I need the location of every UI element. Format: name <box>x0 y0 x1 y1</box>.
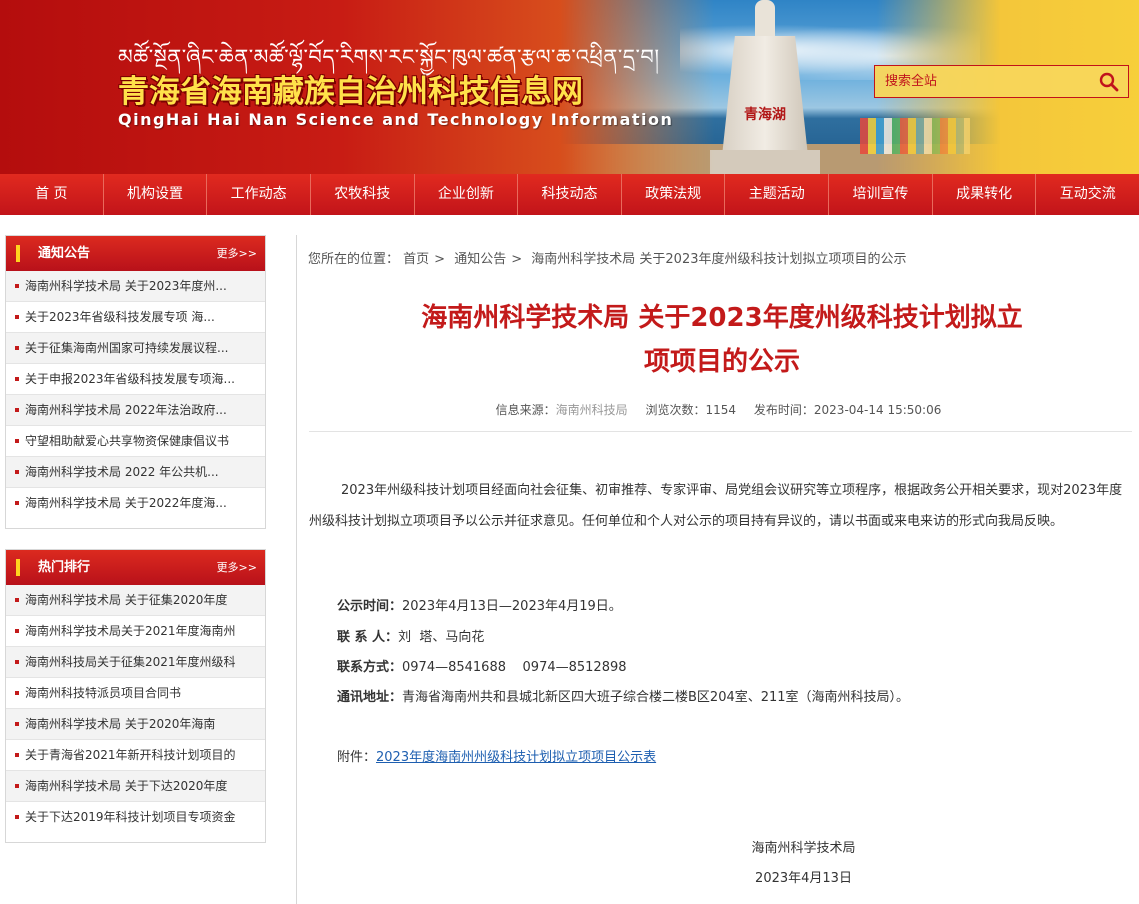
prayer-flags <box>860 118 970 154</box>
info-label: 公示时间： <box>337 599 403 614</box>
main-nav: 首 页 机构设置 工作动态 农牧科技 企业创新 科技动态 政策法规 主题活动 培… <box>0 174 1139 215</box>
list-item[interactable]: 海南州科学技术局 关于2020年海南 <box>6 709 265 740</box>
hot-list: 海南州科学技术局 关于征集2020年度 海南州科学技术局关于2021年度海南州 … <box>6 585 265 833</box>
info-row-period: 公示时间：2023年4月13日—2023年4月19日。 <box>337 595 622 614</box>
header-accent-bar <box>16 245 20 262</box>
info-label: 联 系 人： <box>337 630 399 645</box>
site-subtitle: QingHai Hai Nan Science and Technology I… <box>118 110 674 129</box>
notice-more-link[interactable]: 更多>> <box>217 236 257 271</box>
nav-tech-news[interactable]: 科技动态 <box>517 174 621 215</box>
list-item[interactable]: 关于申报2023年省级科技发展专项海... <box>6 364 265 395</box>
breadcrumb-current: 海南州科学技术局 关于2023年度州级科技计划拟立项项目的公示 <box>531 252 907 267</box>
notice-list: 海南州科学技术局 关于2023年度州... 关于2023年省级科技发展专项 海.… <box>6 271 265 519</box>
nav-agri-tech[interactable]: 农牧科技 <box>309 174 414 215</box>
list-item[interactable]: 海南州科学技术局 关于征集2020年度 <box>6 585 265 616</box>
nav-policy[interactable]: 政策法规 <box>620 174 725 215</box>
list-item[interactable]: 海南州科学技术局 关于下达2020年度 <box>6 771 265 802</box>
nav-work-news[interactable]: 工作动态 <box>206 174 310 215</box>
breadcrumb: 您所在的位置： 首页 > 通知公告 > 海南州科学技术局 关于2023年度州级科技计… <box>308 252 907 267</box>
list-item[interactable]: 海南州科技特派员项目合同书 <box>6 678 265 709</box>
breadcrumb-home[interactable]: 首页 <box>403 252 429 267</box>
nav-achievements[interactable]: 成果转化 <box>931 174 1036 215</box>
info-value: 2023年4月13日—2023年4月19日。 <box>402 599 622 614</box>
header-accent-bar <box>16 559 20 576</box>
site-header: 青海湖 མཚོ་སྔོན་ཞིང་ཆེན་མཚོ་ལྷོ་བོད་རིགས་རང… <box>0 0 1139 174</box>
notice-panel-title: 通知公告 <box>38 246 91 261</box>
article-body: 2023年州级科技计划项目经面向社会征集、初审推荐、专家评审、局党组会议研究等立… <box>309 483 1123 529</box>
info-value: 0974—8541688 0974—8512898 <box>402 660 627 675</box>
list-item[interactable]: 海南州科学技术局 2022年法治政府... <box>6 395 265 426</box>
nav-home[interactable]: 首 页 <box>0 174 103 215</box>
article-title-line2: 项项目的公示 <box>643 347 800 377</box>
nav-training[interactable]: 培训宣传 <box>828 174 932 215</box>
list-item[interactable]: 海南州科学技术局关于2021年度海南州 <box>6 616 265 647</box>
list-item[interactable]: 海南州科技局关于征集2021年度州级科 <box>6 647 265 678</box>
qinghai-lake-monument: 青海湖 <box>710 0 820 174</box>
breadcrumb-prefix: 您所在的位置： <box>308 252 400 267</box>
article-area: 您所在的位置： 首页 > 通知公告 > 海南州科学技术局 关于2023年度州级科技计… <box>296 235 1139 904</box>
nav-enterprise[interactable]: 企业创新 <box>413 174 518 215</box>
hot-ranking-panel: 热门排行 更多>> 海南州科学技术局 关于征集2020年度 海南州科学技术局关于… <box>5 549 266 843</box>
list-item[interactable]: 关于2023年省级科技发展专项 海... <box>6 302 265 333</box>
hot-panel-title: 热门排行 <box>38 560 91 575</box>
nav-interaction[interactable]: 互动交流 <box>1035 174 1139 215</box>
signature-date: 2023年4月13日 <box>755 871 852 886</box>
notice-panel-header: 通知公告 更多>> <box>6 236 265 271</box>
search-button[interactable] <box>1098 71 1120 93</box>
info-row-phone: 联系方式：0974—8541688 0974—8512898 <box>337 656 627 675</box>
list-item[interactable]: 海南州科学技术局 2022 年公共机... <box>6 457 265 488</box>
breadcrumb-notices[interactable]: 通知公告 <box>454 252 506 267</box>
attachment-link[interactable]: 2023年度海南州州级科技计划拟立项项目公示表 <box>376 750 656 765</box>
monument-inscription: 青海湖 <box>744 107 786 123</box>
search-icon <box>1099 72 1119 92</box>
hot-more-link[interactable]: 更多>> <box>217 550 257 585</box>
list-item[interactable]: 海南州科学技术局 关于2022年度海... <box>6 488 265 519</box>
source-label: 信息来源： <box>495 403 556 417</box>
info-label: 联系方式： <box>337 660 403 675</box>
article-title: 海南州科学技术局 关于2023年度州级科技计划拟立 项项目的公示 <box>357 296 1087 384</box>
info-label: 通讯地址： <box>337 690 403 705</box>
list-item[interactable]: 关于下达2019年科技计划项目专项资金 <box>6 802 265 833</box>
divider <box>309 431 1132 432</box>
info-row-contact: 联 系 人：刘 塔、马向花 <box>337 626 484 645</box>
hot-panel-header: 热门排行 更多>> <box>6 550 265 585</box>
nav-organization[interactable]: 机构设置 <box>102 174 207 215</box>
article-meta: 信息来源：海南州科技局 浏览次数：1154 发布时间：2023-04-14 15… <box>297 401 1139 418</box>
views-count: 1154 <box>705 403 737 417</box>
search-input[interactable] <box>875 66 1090 97</box>
notice-panel: 通知公告 更多>> 海南州科学技术局 关于2023年度州... 关于2023年省… <box>5 235 266 529</box>
nav-themes[interactable]: 主题活动 <box>724 174 828 215</box>
publish-time: 2023-04-14 15:50:06 <box>813 403 942 417</box>
views-label: 浏览次数： <box>645 403 706 417</box>
site-title[interactable]: 青海省海南藏族自治州科技信息网 <box>118 66 583 111</box>
attachment-label: 附件： <box>337 750 377 765</box>
publish-time-label: 发布时间： <box>753 403 814 417</box>
article-title-line1: 海南州科学技术局 关于2023年度州级科技计划拟立 <box>421 303 1023 333</box>
info-value: 刘 塔、马向花 <box>398 630 485 645</box>
list-item[interactable]: 关于征集海南州国家可持续发展议程... <box>6 333 265 364</box>
signature-org: 海南州科学技术局 <box>751 841 856 856</box>
source-value: 海南州科技局 <box>555 403 628 417</box>
attachment: 附件：2023年度海南州州级科技计划拟立项项目公示表 <box>337 746 656 765</box>
search-box <box>874 65 1129 98</box>
info-value: 青海省海南州共和县城北新区四大班子综合楼二楼B区204室、211室（海南州科技局… <box>402 690 910 705</box>
list-item[interactable]: 守望相助献爱心共享物资保健康倡议书 <box>6 426 265 457</box>
list-item[interactable]: 海南州科学技术局 关于2023年度州... <box>6 271 265 302</box>
list-item[interactable]: 关于青海省2021年新开科技计划项目的 <box>6 740 265 771</box>
info-row-address: 通讯地址：青海省海南州共和县城北新区四大班子综合楼二楼B区204室、211室（海… <box>337 686 909 705</box>
